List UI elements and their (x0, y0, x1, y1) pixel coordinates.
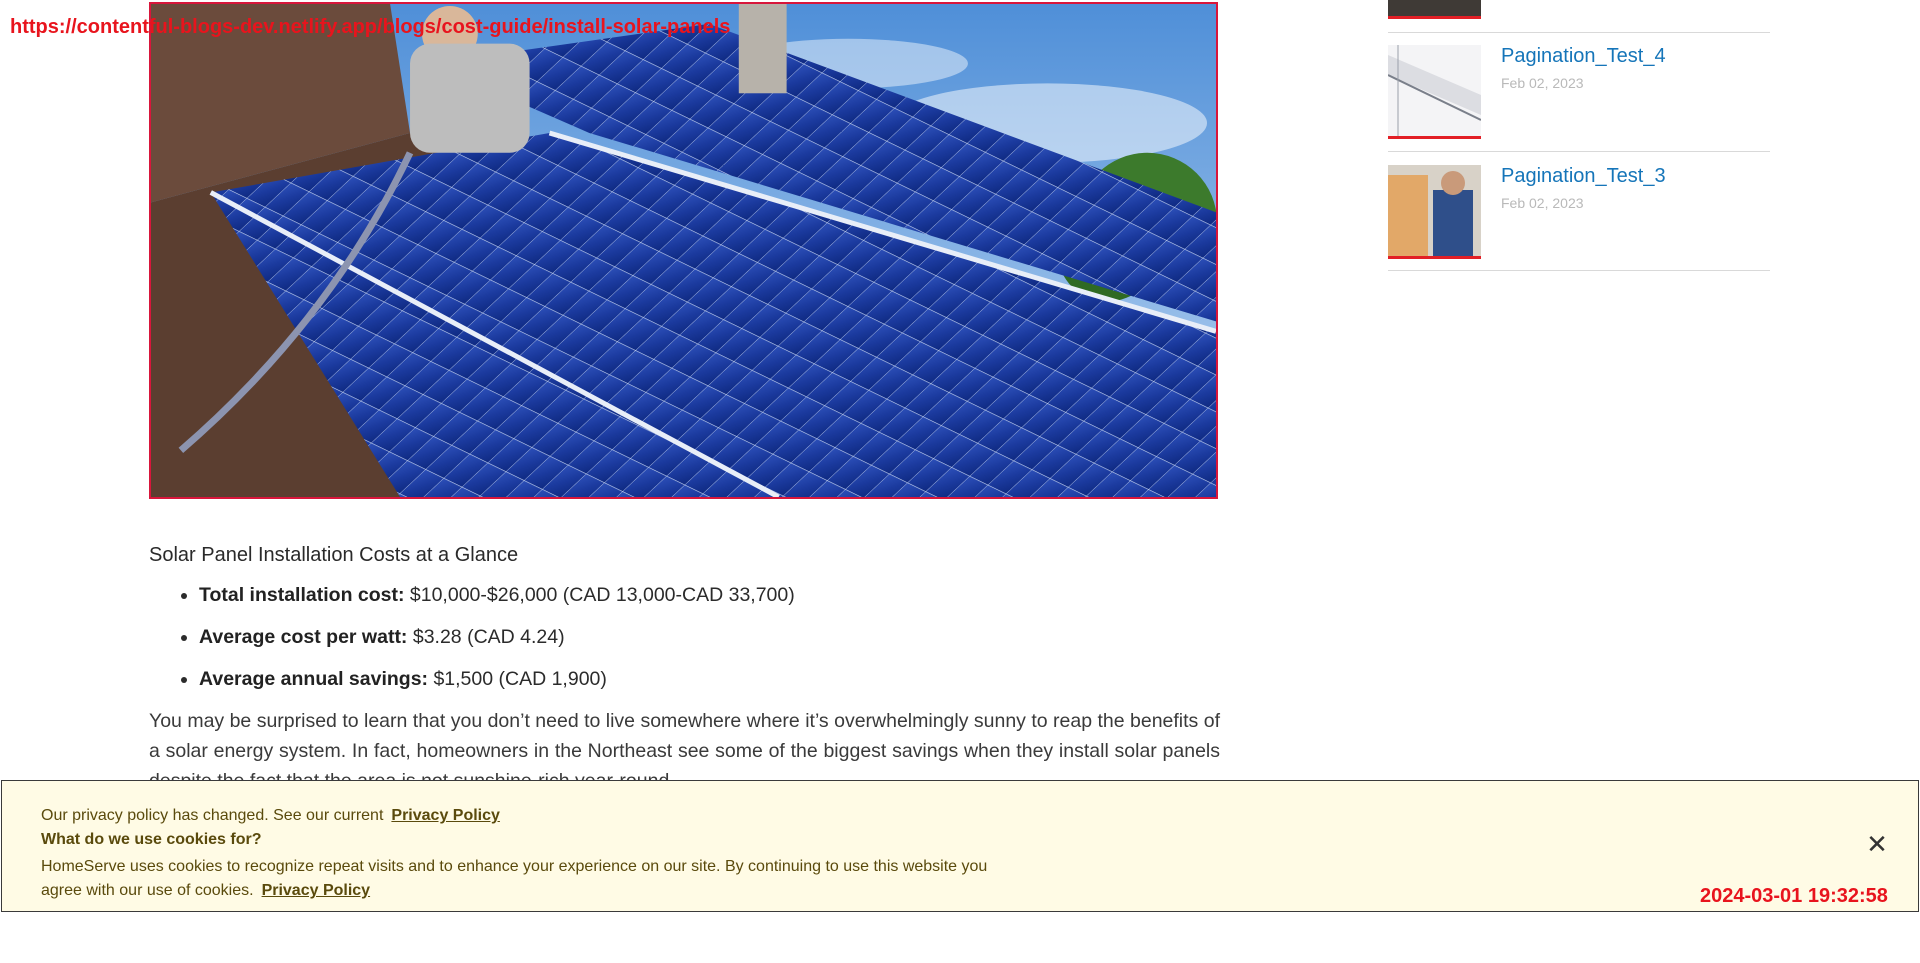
related-post-thumbnail[interactable] (1388, 165, 1481, 259)
list-item-value: $10,000-$26,000 (CAD 13,000-CAD 33,700) (404, 584, 795, 606)
solar-panels-photo (151, 4, 1216, 497)
related-post-title[interactable]: Pagination_Test_3 (1501, 165, 1666, 188)
cookie-banner: Our privacy policy has changed. See our … (1, 780, 1919, 912)
cookie-body-text: HomeServe uses cookies to recognize repe… (41, 858, 988, 899)
section-heading: Solar Panel Installation Costs at a Glan… (149, 544, 519, 566)
related-post-item[interactable]: Pagination_Test_4 Feb 02, 2023 (1388, 33, 1770, 139)
related-post-date: Feb 02, 2023 (1501, 195, 1584, 211)
divider (1388, 270, 1770, 271)
list-item: Average annual savings: $1,500 (CAD 1,90… (199, 664, 1220, 694)
related-post-item[interactable]: Pagination_Test_3 Feb 02, 2023 (1388, 153, 1770, 259)
cookie-policy-text: Our privacy policy has changed. See our … (41, 807, 384, 824)
url-overlay: https://contentful-blogs-dev.netlify.app… (10, 16, 731, 38)
related-post-thumbnail[interactable] (1388, 45, 1481, 139)
list-item-value: $3.28 (CAD 4.24) (407, 626, 565, 648)
list-item: Average cost per watt: $3.28 (CAD 4.24) (199, 622, 1220, 652)
close-icon[interactable]: ✕ (1862, 829, 1892, 859)
related-post-thumbnail[interactable] (1388, 0, 1481, 19)
gutter-photo (1388, 45, 1481, 136)
cookie-heading: What do we use cookies for? (41, 831, 262, 848)
divider (1388, 151, 1770, 152)
technician-photo (1388, 165, 1481, 256)
list-item: Total installation cost: $10,000-$26,000… (199, 580, 1220, 610)
cookie-policy-notice: Our privacy policy has changed. See our … (41, 807, 500, 825)
hero-image (149, 2, 1218, 499)
list-item-value: $1,500 (CAD 1,900) (428, 668, 607, 690)
cost-list: Total installation cost: $10,000-$26,000… (149, 580, 1220, 694)
timestamp-overlay: 2024-03-01 19:32:58 (1700, 885, 1888, 907)
page-bottom-area (0, 912, 1920, 963)
article-body: Solar Panel Installation Costs at a Glan… (149, 540, 1220, 796)
list-item-label: Total installation cost: (199, 584, 405, 606)
privacy-policy-link[interactable]: Privacy Policy (391, 807, 500, 824)
list-item-label: Average cost per watt: (199, 626, 408, 648)
list-item-label: Average annual savings: (199, 668, 429, 690)
privacy-policy-link[interactable]: Privacy Policy (262, 882, 371, 899)
related-post-title[interactable]: Pagination_Test_4 (1501, 45, 1666, 68)
related-post-date: Feb 02, 2023 (1501, 75, 1584, 91)
cookie-body: HomeServe uses cookies to recognize repe… (41, 855, 1031, 903)
